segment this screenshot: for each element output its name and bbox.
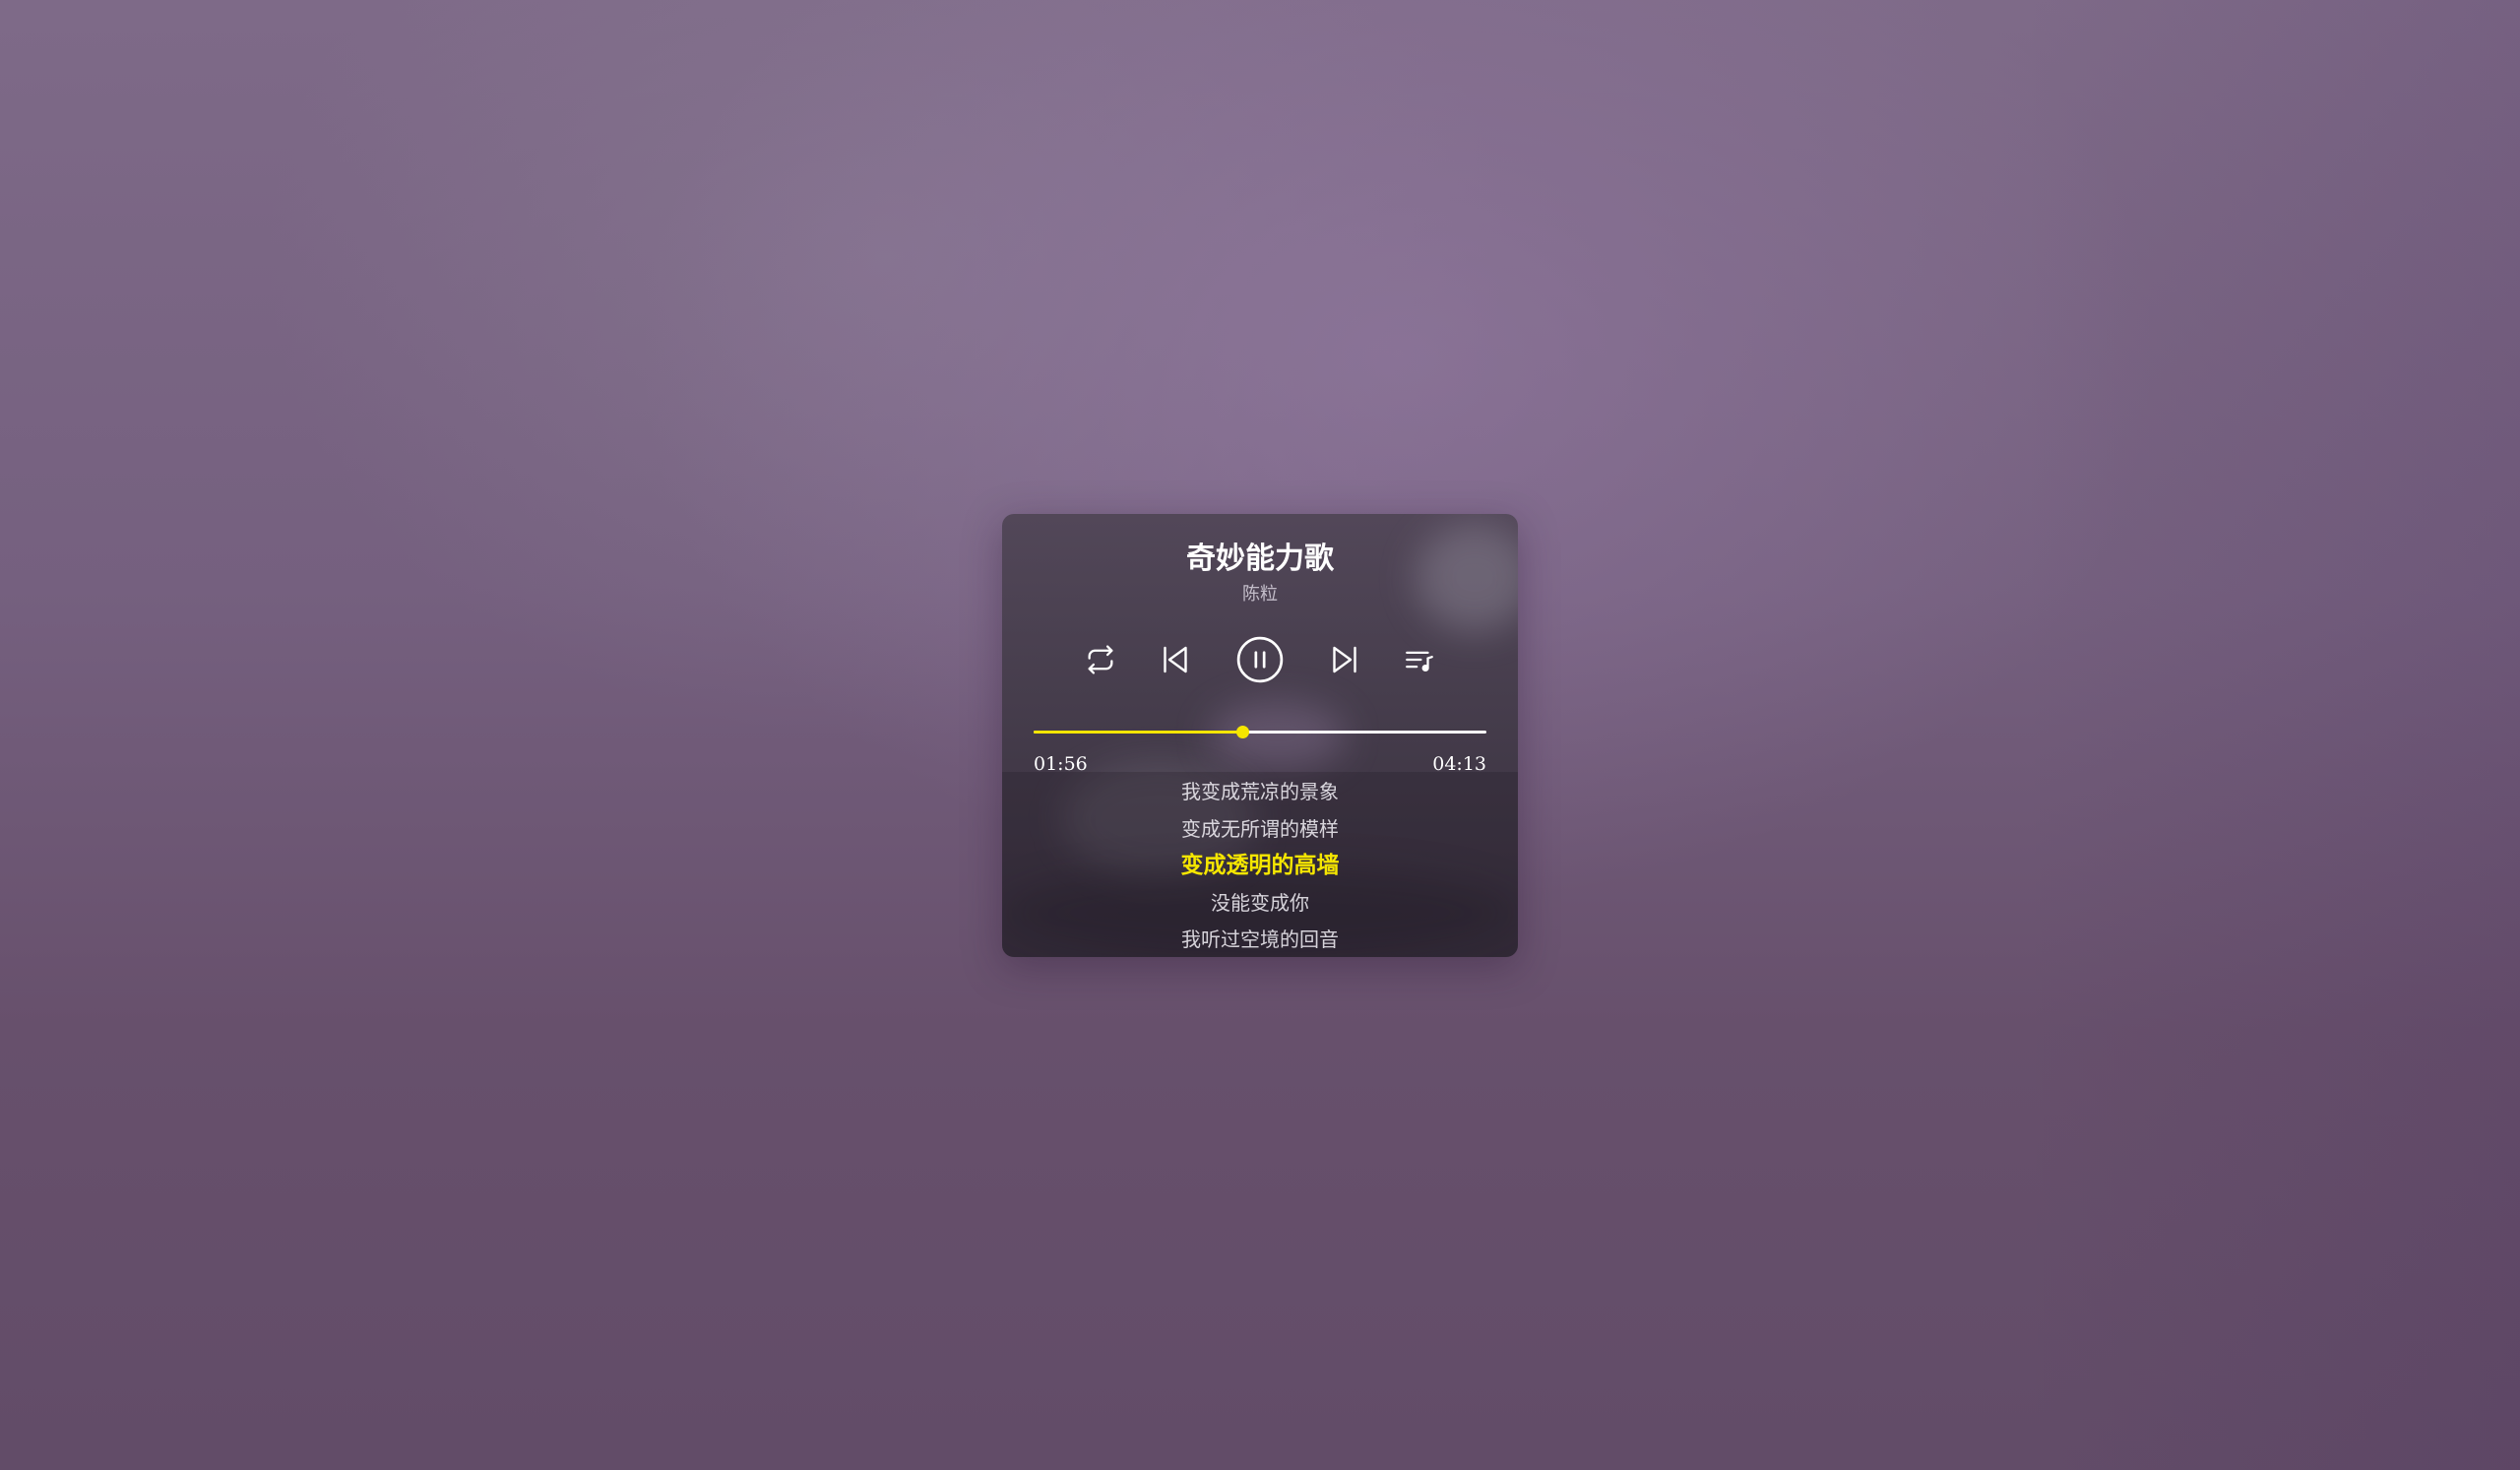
music-player-card: 奇妙能力歌 陈粒 01:56 04:13 我变成荒凉的景象 变成无所谓的模样 变… [1002,514,1518,957]
skip-next-icon [1333,646,1356,673]
progress-thumb[interactable] [1235,726,1249,738]
pause-circle-icon [1236,636,1284,683]
pause-button[interactable] [1234,630,1286,689]
song-artist: 陈粒 [1242,584,1278,605]
song-header: 奇妙能力歌 陈粒 [1002,542,1518,607]
lyric-line: 我听过空境的回音 [1181,927,1339,951]
song-title: 奇妙能力歌 [1186,542,1334,576]
repeat-icon [1088,645,1113,674]
previous-track-button[interactable] [1154,630,1197,689]
progress-bar[interactable] [1034,721,1486,744]
playlist-icon [1406,651,1433,672]
lyric-line: 变成无所谓的模样 [1181,816,1339,841]
next-track-button[interactable] [1323,630,1366,689]
repeat-button[interactable] [1079,630,1122,689]
lyric-line: 没能变成你 [1211,890,1309,915]
playback-controls [1002,630,1518,689]
lyrics-panel: 我变成荒凉的景象 变成无所谓的模样 变成透明的高墙 没能变成你 我听过空境的回音 [1002,772,1518,957]
skip-previous-icon [1164,646,1187,673]
playlist-button[interactable] [1398,630,1441,689]
lyric-line: 我变成荒凉的景象 [1181,780,1339,803]
lyric-line-active: 变成透明的高墙 [1180,853,1340,878]
